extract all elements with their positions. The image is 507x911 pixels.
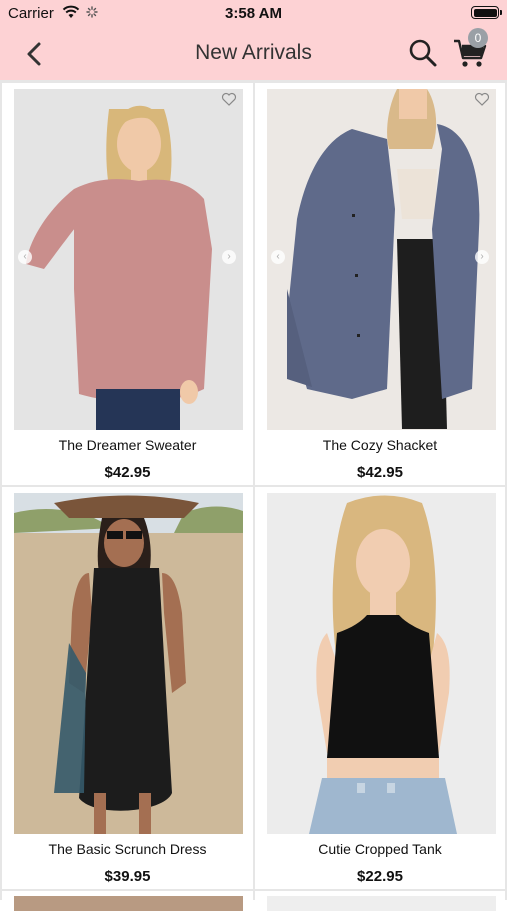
product-price: $42.95 [357, 464, 403, 481]
chevron-left-icon[interactable]: ‹ [18, 250, 32, 264]
product-name: The Cozy Shacket [322, 437, 438, 453]
status-bar: Carrier 3:58 AM [0, 0, 507, 28]
product-name: Cutie Cropped Tank [318, 841, 442, 857]
battery-icon [471, 6, 502, 19]
product-image [267, 896, 496, 911]
heart-icon[interactable] [474, 91, 490, 107]
product-card[interactable]: ‹ › The Dreamer Sweater $42.95 [2, 83, 253, 485]
product-image [267, 89, 496, 430]
search-button[interactable] [406, 36, 440, 70]
product-card[interactable]: ‹ › The Cozy Shacket $42.95 [255, 83, 505, 485]
product-name: The Dreamer Sweater [58, 437, 197, 453]
product-image [267, 493, 496, 834]
product-card[interactable] [255, 891, 505, 911]
product-card[interactable]: Cutie Cropped Tank $22.95 [255, 487, 505, 889]
product-price: $22.95 [357, 868, 403, 885]
status-time: 3:58 AM [225, 5, 282, 22]
product-grid: ‹ › The Dreamer Sweater $42.95 ‹ › The C… [0, 80, 507, 911]
chevron-right-icon[interactable]: › [475, 250, 489, 264]
heart-icon[interactable] [221, 91, 237, 107]
product-image [14, 89, 243, 430]
product-price: $42.95 [104, 464, 151, 481]
product-card[interactable] [2, 891, 253, 911]
nav-bar: New Arrivals 0 [0, 28, 507, 80]
product-image [14, 493, 243, 834]
product-card[interactable]: The Basic Scrunch Dress $39.95 [2, 487, 253, 889]
chevron-left-icon[interactable]: ‹ [271, 250, 285, 264]
chevron-right-icon[interactable]: › [222, 250, 236, 264]
app-header: Carrier 3:58 AM New Arrivals 0 [0, 0, 507, 80]
product-name: The Basic Scrunch Dress [48, 841, 207, 857]
product-image [14, 896, 243, 911]
search-icon [409, 39, 437, 67]
product-price: $39.95 [104, 868, 151, 885]
cart-count-badge: 0 [468, 28, 488, 48]
